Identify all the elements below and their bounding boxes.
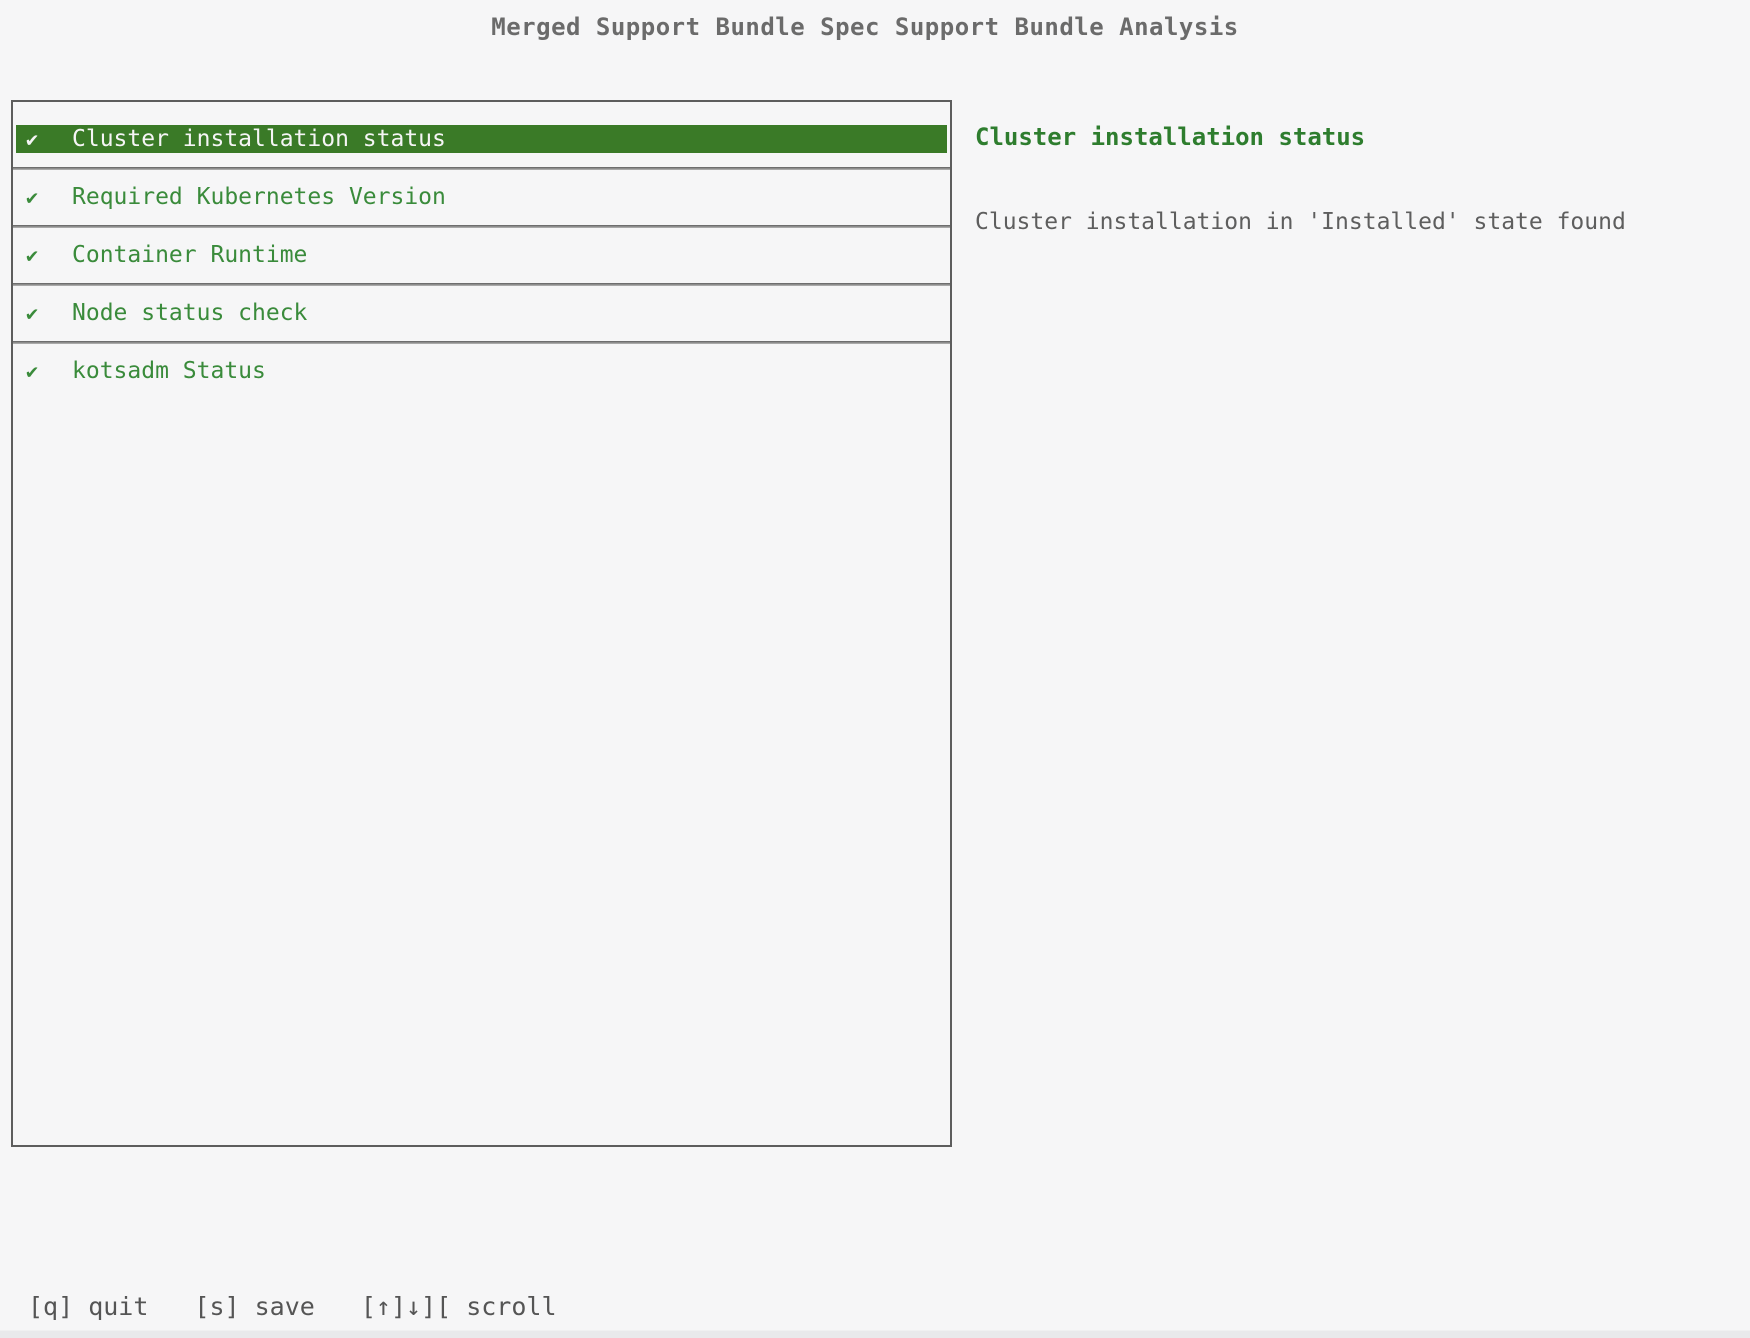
list-item[interactable]: ✔ Container Runtime (16, 241, 947, 269)
check-icon: ✔ (26, 357, 48, 385)
list-item-label: kotsadm Status (72, 358, 266, 384)
list-item[interactable]: ✔ Node status check (16, 299, 947, 327)
detail-body-text: Cluster installation in 'Installed' stat… (975, 209, 1626, 235)
list-item-label: Required Kubernetes Version (72, 184, 446, 210)
check-icon: ✔ (26, 299, 48, 327)
save-key-hint: [s] save (194, 1292, 314, 1321)
window-bottom-edge (0, 1330, 1750, 1338)
page-title: Merged Support Bundle Spec Support Bundl… (0, 13, 1730, 41)
list-item-label: Cluster installation status (72, 126, 446, 152)
list-item-label: Node status check (72, 300, 307, 326)
list-item-label: Container Runtime (72, 242, 307, 268)
list-item[interactable]: ✔ Cluster installation status (16, 125, 947, 153)
list-item[interactable]: ✔ kotsadm Status (16, 357, 947, 385)
list-separator (13, 283, 950, 286)
analyzer-list: ✔ Cluster installation status ✔ Required… (11, 100, 952, 1147)
list-separator (13, 225, 950, 228)
check-icon: ✔ (26, 241, 48, 269)
list-item[interactable]: ✔ Required Kubernetes Version (16, 183, 947, 211)
detail-heading: Cluster installation status (975, 123, 1365, 151)
list-separator (13, 341, 950, 344)
footer-keybar: [q] quit [s] save [↑]↓][ scroll (28, 1292, 557, 1321)
scroll-key-hint: [↑]↓][ scroll (361, 1292, 557, 1321)
check-icon: ✔ (26, 183, 48, 211)
quit-key-hint: [q] quit (28, 1292, 148, 1321)
check-icon: ✔ (26, 125, 48, 153)
list-separator (13, 167, 950, 170)
